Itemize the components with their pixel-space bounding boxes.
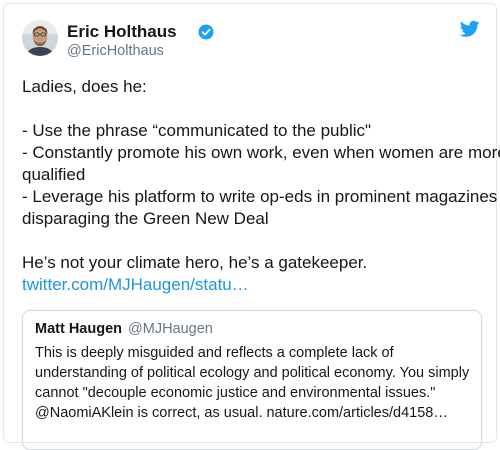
tweet-text: Ladies, does he: - Use the phrase “commu… <box>22 76 500 296</box>
quoted-tweet-line: @NaomiAKlein is correct, as usual. natur… <box>35 405 448 421</box>
quoted-tweet-line: This is deeply misguided and reflects a … <box>35 345 394 361</box>
quoted-author-display-name[interactable]: Matt Haugen <box>35 321 122 337</box>
embedded-tweet-card[interactable]: Eric Holthaus @EricHolthaus Ladies, does… <box>3 3 500 450</box>
avatar[interactable] <box>22 20 58 56</box>
quoted-tweet-header: Matt Haugen @MJHaugen <box>35 321 469 337</box>
quoted-tweet-line: understanding of political ecology and p… <box>35 365 470 381</box>
tweet-line: - Leverage his platform to write op-eds … <box>22 187 498 206</box>
quoted-author-handle[interactable]: @MJHaugen <box>128 321 213 337</box>
quoted-tweet-line: cannot "decouple economic justice and en… <box>35 385 436 401</box>
quoted-tweet[interactable]: Matt Haugen @MJHaugen This is deeply mis… <box>22 310 482 450</box>
tweet-line: disparaging the Green New Deal <box>22 209 269 228</box>
author-display-name[interactable]: Eric Holthaus <box>67 22 177 42</box>
twitter-bird-icon[interactable] <box>460 20 480 38</box>
tweet-link[interactable]: twitter.com/MJHaugen/statu… <box>22 274 492 296</box>
tweet-line: - Use the phrase “communicated to the pu… <box>22 121 372 140</box>
tweet-line: He’s not your climate hero, he’s a gatek… <box>22 253 368 272</box>
author-handle[interactable]: @EricHolthaus <box>67 43 164 59</box>
tweet-line: qualified <box>22 165 86 184</box>
tweet-header: Eric Holthaus @EricHolthaus <box>22 20 480 68</box>
avatar-image <box>22 20 58 56</box>
quoted-tweet-text: This is deeply misguided and reflects a … <box>35 343 469 423</box>
tweet-line: - Constantly promote his own work, even … <box>22 143 500 162</box>
verified-badge-icon <box>198 24 214 40</box>
tweet-line: Ladies, does he: <box>22 77 147 96</box>
